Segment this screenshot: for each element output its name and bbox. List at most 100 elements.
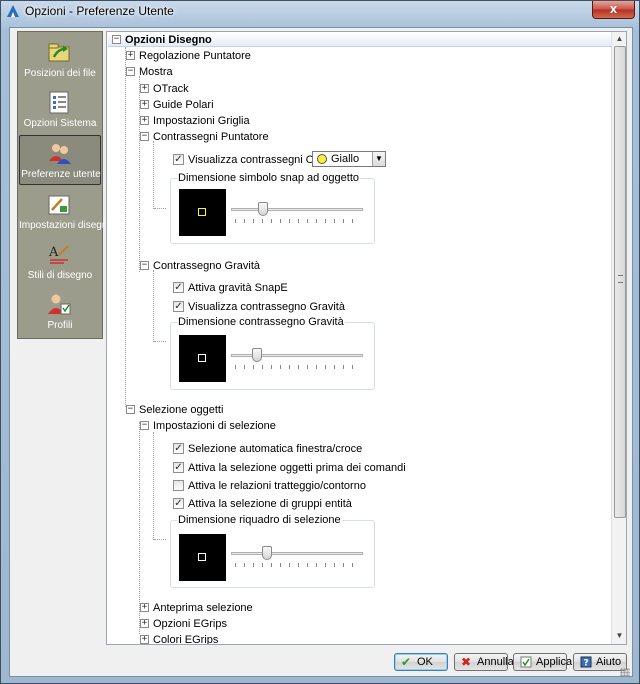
selection-option-row[interactable]: ✓ Selezione automatica finestra/croce	[173, 442, 393, 456]
expand-toggle[interactable]: +	[140, 619, 149, 628]
annulla-button[interactable]: ✖ Annulla	[454, 653, 514, 671]
title-bar[interactable]: Opzioni - Preferenze Utente x	[1, 1, 639, 23]
tree-node-label: Impostazioni di selezione	[153, 420, 276, 432]
pickbox-size-preview	[179, 534, 226, 581]
selection-option-label: Selezione automatica finestra/croce	[188, 443, 363, 455]
snap-size-group: Dimensione simbolo snap ad oggetto	[170, 172, 375, 244]
expand-toggle[interactable]: +	[140, 116, 149, 125]
selection-option-checkbox[interactable]: ✓	[173, 498, 184, 509]
collapse-toggle[interactable]: −	[140, 421, 149, 430]
sidebar-item-profili[interactable]: Profili	[19, 287, 101, 337]
applica-button-label: Applica	[536, 656, 573, 668]
slider-thumb[interactable]	[262, 546, 272, 560]
gravita-marker-preview	[198, 354, 206, 362]
tree-connector	[154, 539, 166, 540]
checklist-icon	[49, 91, 69, 114]
group-title: Dimensione riquadro di selezione	[177, 514, 342, 526]
selection-option-label: Attiva le relazioni tratteggio/contorno	[188, 480, 366, 492]
tree-node-label: Guide Polari	[153, 99, 214, 111]
grip-icon	[618, 275, 623, 283]
gravita-show-checkbox[interactable]: ✓	[173, 301, 184, 312]
selection-option-checkbox[interactable]	[173, 480, 184, 491]
tree-connector	[153, 432, 154, 540]
tree-node-label: Opzioni Disegno	[125, 34, 212, 46]
group-title: Dimensione simbolo snap ad oggetto	[177, 172, 361, 184]
gravita-size-group: Dimensione contrassegno Gravità	[170, 316, 375, 390]
scroll-down-icon[interactable]: ▼	[614, 630, 625, 641]
tree-connector	[154, 341, 166, 342]
sidebar-item-stili[interactable]: A Stili di disegno	[19, 237, 101, 287]
pickbox-size-group: Dimensione riquadro di selezione	[170, 514, 375, 588]
osnap-checkbox[interactable]: ✓	[173, 154, 184, 165]
users-icon	[49, 144, 71, 164]
sidebar-item-sistema[interactable]: Opzioni Sistema	[19, 85, 101, 135]
gravita-show-label: Visualizza contrassegno Gravità	[188, 301, 345, 313]
annulla-button-label: Annulla	[477, 656, 514, 668]
slider-ticks	[235, 365, 361, 369]
selection-option-checkbox[interactable]: ✓	[173, 462, 184, 473]
tree-node-label: Selezione oggetti	[139, 404, 224, 416]
expand-toggle[interactable]: +	[140, 635, 149, 644]
scroll-up-icon[interactable]: ▲	[614, 33, 625, 44]
ok-button[interactable]: ✔ OK	[394, 653, 448, 671]
slider-thumb[interactable]	[252, 348, 262, 362]
osnap-color-select[interactable]: Giallo ▼	[312, 151, 386, 167]
close-button[interactable]: x	[592, 1, 635, 19]
selection-option-row[interactable]: Attiva le relazioni tratteggio/contorno	[173, 479, 413, 493]
collapse-toggle[interactable]: −	[126, 67, 135, 76]
cancel-icon: ✖	[461, 655, 472, 669]
gravita-show-checkbox-row[interactable]: ✓ Visualizza contrassegno Gravità	[173, 300, 373, 314]
scrollbar-thumb[interactable]	[614, 46, 626, 518]
sidebar-item-preferenze[interactable]: Preferenze utente	[19, 135, 101, 185]
sidebar-item-label: Stili di disegno	[27, 270, 93, 281]
category-sidebar: Posizioni dei file Opzioni Sistema Prefe…	[17, 31, 113, 339]
drawing-settings-icon	[48, 195, 70, 215]
pickbox-size-slider[interactable]	[231, 546, 363, 567]
applica-button[interactable]: Applica	[513, 653, 572, 671]
expand-toggle[interactable]: +	[140, 84, 149, 93]
snap-size-preview	[179, 189, 226, 236]
pickbox-marker-preview	[198, 553, 206, 561]
selection-option-row[interactable]: ✓ Attiva la selezione di gruppi entità	[173, 497, 413, 511]
sidebar-item-label: Opzioni Sistema	[23, 118, 97, 129]
window-title: Opzioni - Preferenze Utente	[25, 4, 174, 18]
tree-node-label: OTrack	[153, 83, 189, 95]
collapse-toggle[interactable]: −	[140, 132, 149, 141]
slider-ticks	[235, 563, 361, 567]
collapse-toggle[interactable]: −	[126, 405, 135, 414]
expand-toggle[interactable]: +	[140, 100, 149, 109]
tree-node-label: Impostazioni Griglia	[153, 115, 250, 127]
snape-checkbox-row[interactable]: ✓ Attiva gravità SnapE	[173, 281, 373, 295]
check-mark: ✓	[174, 282, 183, 293]
vertical-scrollbar[interactable]: ▲ ▼	[611, 32, 626, 644]
tree-node-label: Regolazione Puntatore	[139, 50, 251, 62]
sidebar-item-impostazioni[interactable]: Impostazioni disegno	[19, 187, 113, 237]
resize-grip-icon[interactable]	[620, 668, 630, 676]
sidebar-item-label: Preferenze utente	[21, 169, 101, 180]
expand-toggle[interactable]: +	[140, 603, 149, 612]
sidebar-item-label: Posizioni dei file	[24, 68, 96, 79]
osnap-color-value: Giallo	[331, 153, 360, 165]
expand-toggle[interactable]: +	[126, 51, 135, 60]
app-logo-icon	[7, 5, 19, 17]
slider-track	[231, 208, 363, 211]
snape-checkbox[interactable]: ✓	[173, 282, 184, 293]
gravita-size-slider[interactable]	[231, 348, 363, 369]
svg-text:A: A	[48, 245, 59, 260]
selection-option-checkbox[interactable]: ✓	[173, 443, 184, 454]
sidebar-item-posizioni[interactable]: Posizioni dei file	[19, 35, 101, 85]
slider-thumb[interactable]	[258, 202, 268, 216]
collapse-toggle[interactable]: −	[140, 261, 149, 270]
snap-size-slider[interactable]	[231, 202, 363, 223]
chevron-down-icon[interactable]: ▼	[372, 152, 385, 166]
aiuto-button-label: Aiuto	[596, 656, 622, 668]
dialog-client: Posizioni dei file Opzioni Sistema Prefe…	[9, 27, 633, 677]
aiuto-button[interactable]: ? Aiuto	[573, 653, 627, 671]
gravita-size-preview	[179, 335, 226, 382]
selection-option-row[interactable]: ✓ Attiva la selezione oggetti prima dei …	[173, 461, 433, 475]
collapse-toggle[interactable]: −	[112, 35, 121, 44]
color-swatch	[317, 154, 327, 164]
svg-text:?: ?	[584, 659, 589, 669]
close-icon: x	[609, 1, 618, 16]
selection-option-label: Attiva la selezione di gruppi entità	[188, 498, 352, 510]
